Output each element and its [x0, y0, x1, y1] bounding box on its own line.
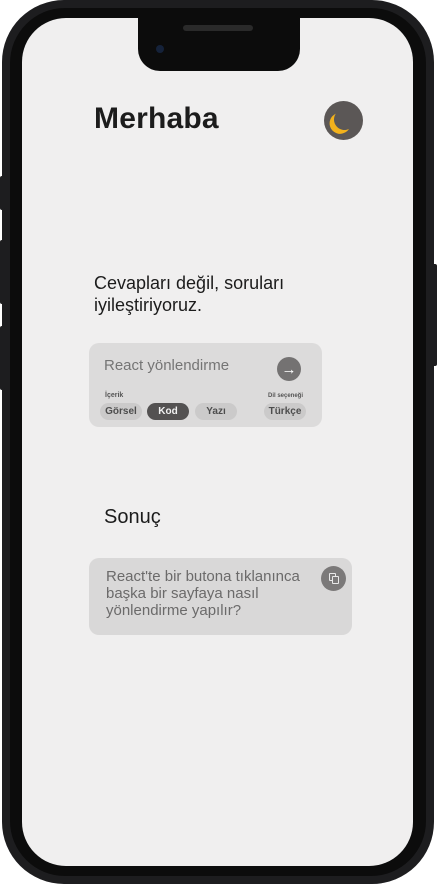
front-camera [156, 45, 164, 53]
result-text: React'te bir butona tıklanınca başka bir… [106, 568, 300, 619]
moon-icon [332, 107, 356, 131]
language-label: Dil seçeneği [268, 393, 304, 399]
volume-down-button [0, 326, 5, 390]
power-button [432, 264, 437, 366]
mute-switch [0, 176, 5, 210]
app-screen [22, 18, 413, 866]
chip-kod[interactable]: Kod [147, 403, 189, 420]
prompt-input[interactable] [104, 357, 274, 374]
result-title: Sonuç [104, 506, 161, 528]
arrow-right-icon: → [281, 360, 297, 378]
notch [138, 18, 300, 71]
speaker-grille [183, 25, 253, 31]
submit-button[interactable]: → [277, 357, 301, 381]
prompt-card: → İçerik Görsel Kod Yazı Dil seçeneği Tü… [89, 343, 322, 427]
language-select[interactable]: Türkçe [264, 403, 306, 420]
volume-up-button [0, 240, 5, 304]
copy-button[interactable] [321, 566, 346, 591]
theme-toggle-button[interactable] [324, 101, 363, 140]
chip-yazi[interactable]: Yazı [195, 403, 237, 420]
result-card: React'te bir butona tıklanınca başka bir… [89, 558, 352, 635]
chip-gorsel[interactable]: Görsel [100, 403, 142, 420]
copy-icon [329, 573, 339, 584]
tagline: Cevapları değil, soruları iyileştiriyoru… [94, 273, 285, 315]
content-type-label: İçerik [105, 392, 124, 399]
page-title: Merhaba [94, 102, 219, 135]
